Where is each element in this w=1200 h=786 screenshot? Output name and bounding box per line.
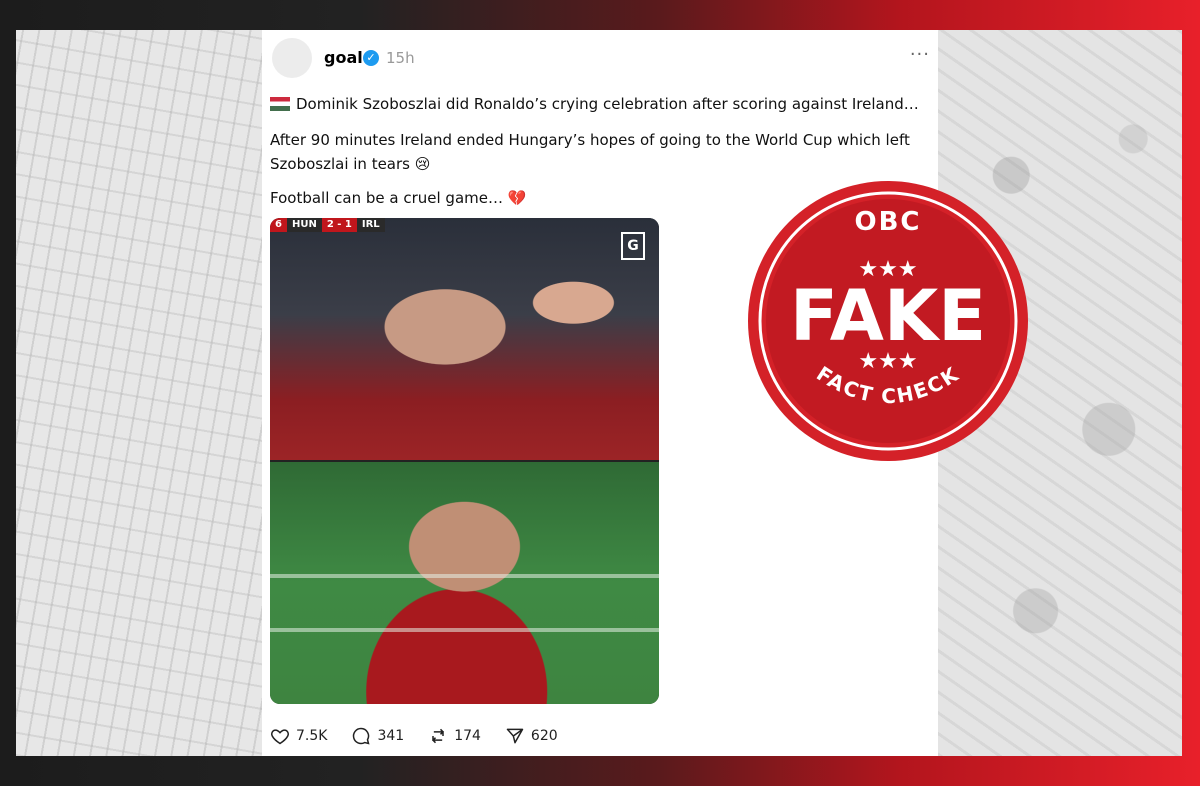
scoreboard-away: IRL (356, 218, 385, 232)
more-icon[interactable]: ··· (910, 44, 930, 65)
hungary-flag-icon (270, 97, 290, 111)
heart-icon (271, 729, 289, 745)
scoreboard-minute: 6 (270, 218, 287, 232)
broadcaster-logo: G (621, 232, 645, 260)
username[interactable]: goal (324, 48, 363, 67)
post-media[interactable]: 6 HUN 2 - 1 IRL G (270, 218, 659, 704)
share-icon (506, 728, 524, 744)
share-button[interactable]: 620 (505, 726, 558, 746)
background-texture-left (16, 30, 262, 756)
avatar[interactable] (272, 38, 312, 78)
reply-count: 341 (377, 728, 405, 744)
pitch-line (270, 574, 659, 578)
tears-photo[interactable] (270, 462, 659, 704)
reply-button[interactable]: 341 (351, 726, 404, 746)
stamp-brand: OBC (854, 207, 921, 237)
verified-icon: ✓ (363, 50, 379, 66)
post-text-line1: Dominik Szoboszlai did Ronaldo’s crying … (270, 92, 934, 116)
scoreboard: 6 HUN 2 - 1 IRL (270, 218, 385, 232)
action-bar: 7.5K 341 174 620 (270, 726, 558, 746)
repost-button[interactable]: 174 (428, 726, 481, 746)
fake-stamp: OBC ★★★ FAKE ★★★ FACT CHECK (748, 181, 1028, 461)
celebration-photo[interactable]: 6 HUN 2 - 1 IRL G (270, 218, 659, 460)
stamp-stars-bottom: ★★★ (858, 349, 917, 374)
pitch-line (270, 628, 659, 632)
post-text-line2: After 90 minutes Ireland ended Hungary’s… (270, 131, 910, 173)
repost-icon (432, 728, 445, 744)
share-count: 620 (530, 728, 558, 744)
reply-icon (353, 727, 371, 745)
stamp-word: FAKE (790, 275, 986, 357)
scoreboard-score: 2 - 1 (321, 218, 357, 232)
like-count: 7.5K (296, 728, 328, 744)
like-button[interactable]: 7.5K (270, 726, 327, 746)
timestamp[interactable]: 15h (386, 49, 415, 67)
scoreboard-home: HUN (286, 218, 322, 232)
repost-count: 174 (454, 728, 481, 744)
